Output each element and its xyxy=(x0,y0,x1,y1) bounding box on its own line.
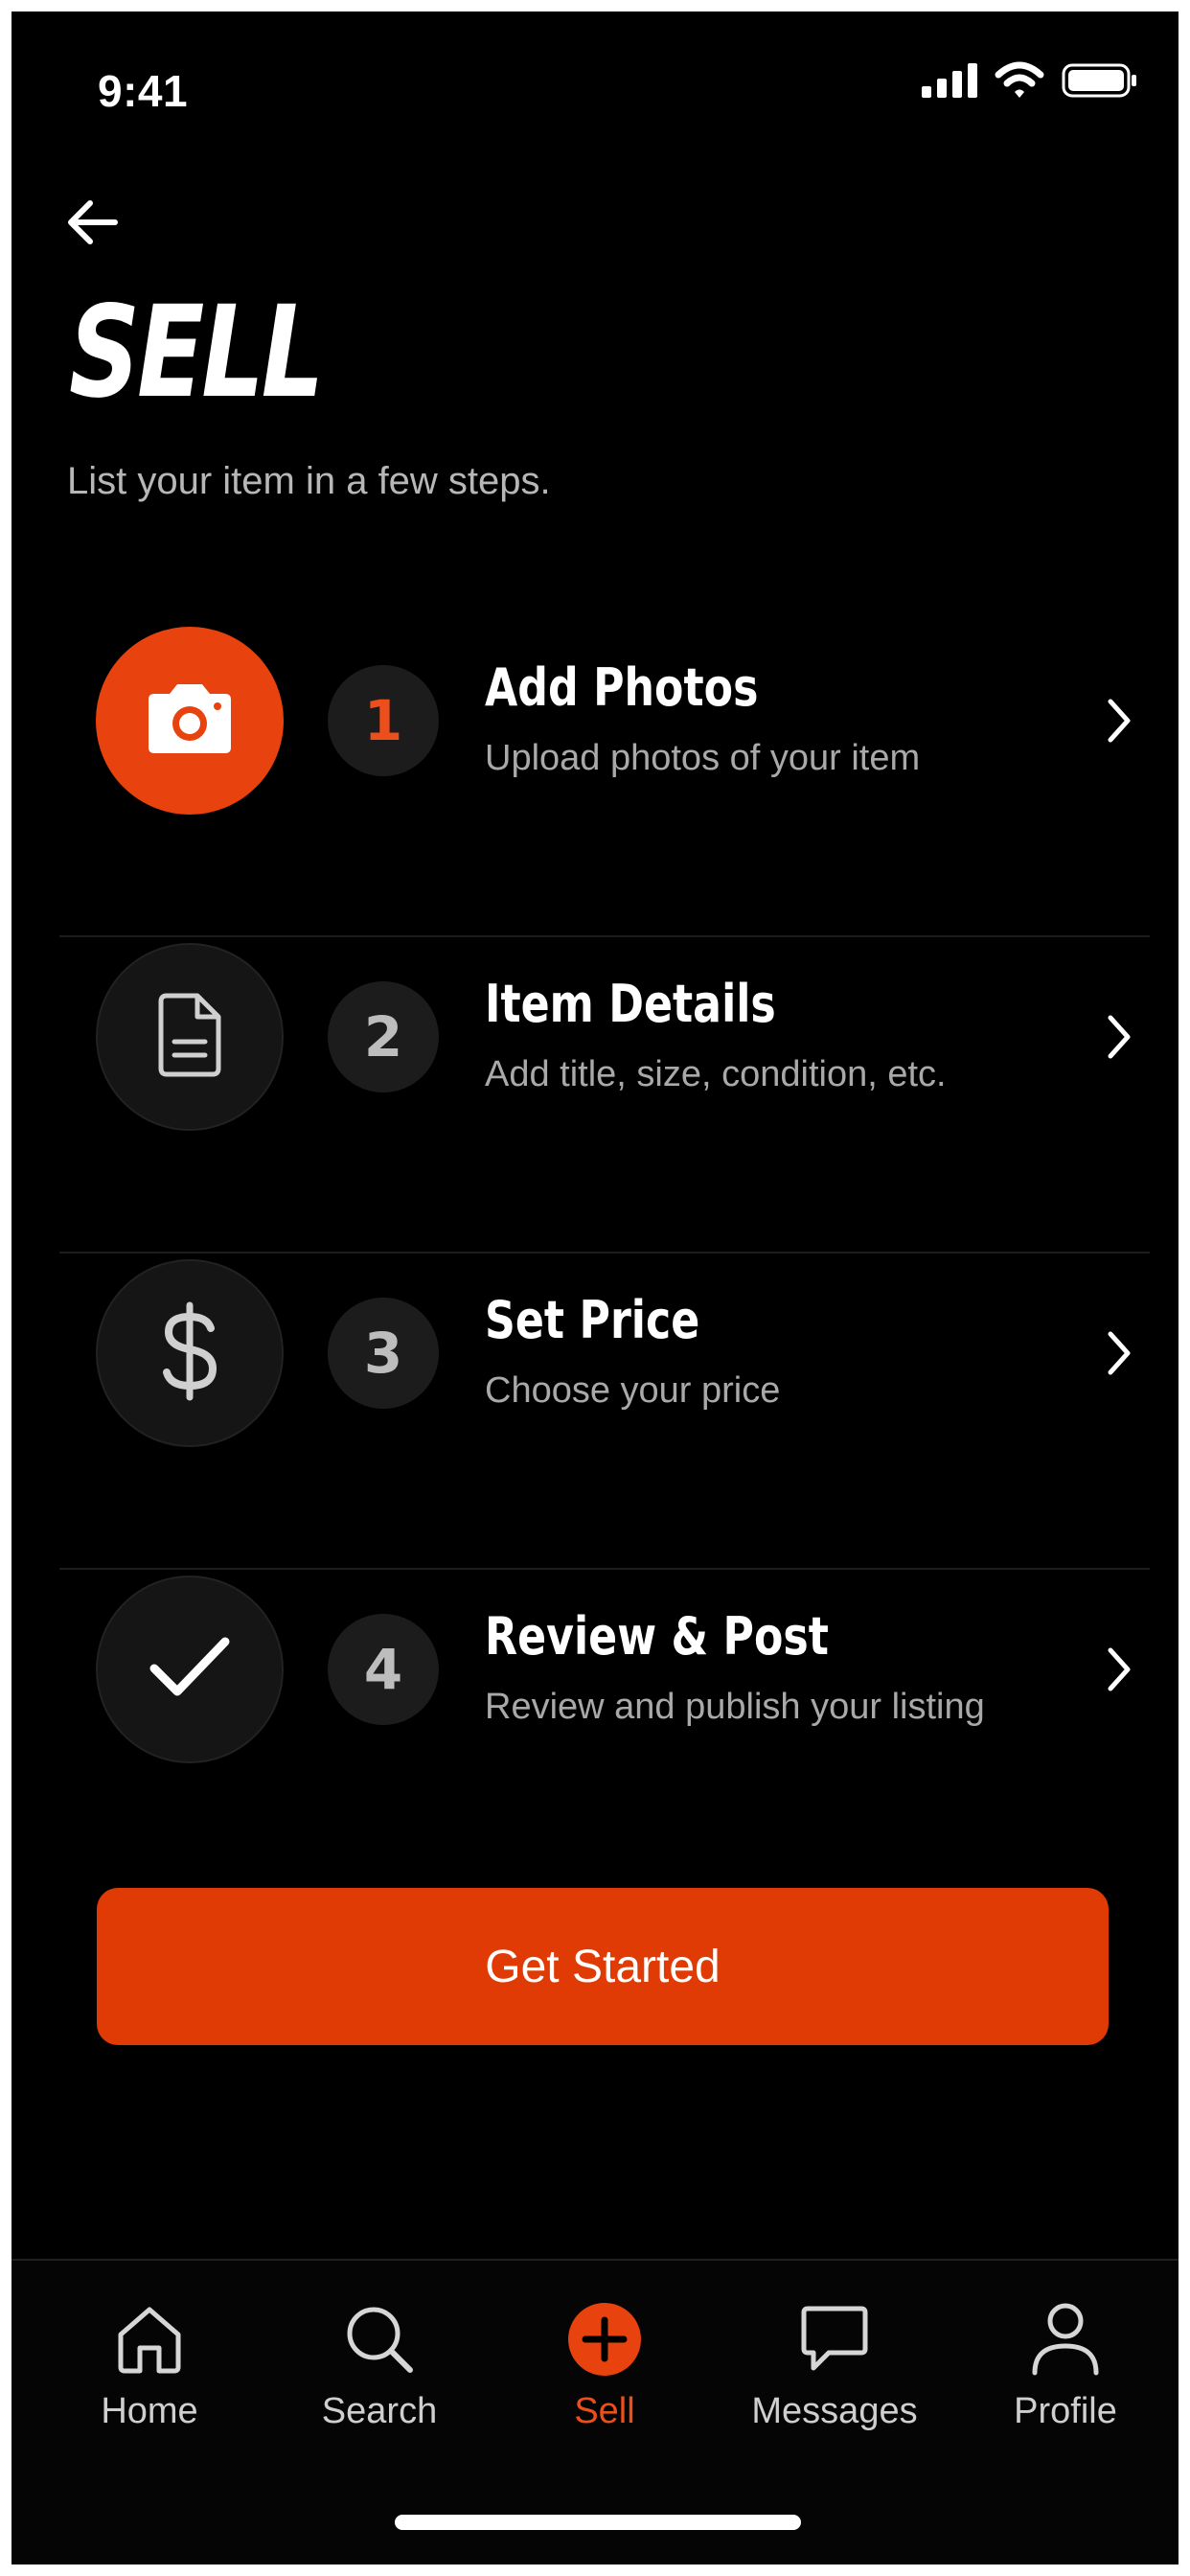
step-title: Review & Post xyxy=(485,1606,829,1667)
step-title: Set Price xyxy=(485,1290,700,1350)
person-icon xyxy=(1025,2299,1106,2380)
tab-home[interactable]: Home xyxy=(44,2299,255,2452)
dollar-icon xyxy=(159,1301,220,1406)
chevron-right-icon xyxy=(1088,1006,1150,1068)
step-description: Upload photos of your item xyxy=(485,738,921,778)
home-indicator xyxy=(395,2515,801,2530)
step-number: 1 xyxy=(328,665,439,776)
tab-search[interactable]: Search xyxy=(274,2299,485,2452)
status-time: 9:41 xyxy=(98,66,189,116)
step-add-photos[interactable]: 1 Add Photos Upload photos of your item xyxy=(59,621,1150,937)
step-description: Review and publish your listing xyxy=(485,1687,985,1727)
arrow-left-icon xyxy=(65,199,119,250)
tab-label: Profile xyxy=(1014,2391,1117,2431)
tab-profile[interactable]: Profile xyxy=(960,2299,1171,2452)
chat-bubble-icon xyxy=(794,2299,875,2380)
chevron-right-icon xyxy=(1088,1322,1150,1384)
document-icon xyxy=(153,992,226,1083)
page-subtitle: List your item in a few steps. xyxy=(67,460,551,502)
page-title: SELL xyxy=(69,279,324,426)
step-description: Choose your price xyxy=(485,1370,781,1411)
tab-label: Messages xyxy=(751,2391,918,2431)
camera-icon xyxy=(141,680,239,762)
steps-list: 1 Add Photos Upload photos of your item … xyxy=(59,621,1150,1884)
checkmark-icon xyxy=(149,1636,231,1704)
tab-label: Home xyxy=(101,2391,198,2431)
step-title: Item Details xyxy=(485,974,776,1034)
step-icon-badge xyxy=(96,1576,284,1763)
wifi-icon xyxy=(995,61,1044,104)
step-title: Add Photos xyxy=(485,657,759,718)
battery-icon xyxy=(1062,62,1138,104)
step-icon-badge xyxy=(96,943,284,1131)
home-icon xyxy=(109,2299,190,2380)
chevron-right-icon xyxy=(1088,1639,1150,1700)
get-started-button[interactable]: Get Started xyxy=(97,1888,1109,2045)
step-description: Add title, size, condition, etc. xyxy=(485,1054,947,1094)
step-icon-badge xyxy=(96,1259,284,1447)
tab-sell[interactable]: Sell xyxy=(499,2299,710,2452)
search-icon xyxy=(339,2299,420,2380)
step-set-price[interactable]: 3 Set Price Choose your price xyxy=(59,1254,1150,1570)
tab-label: Search xyxy=(321,2391,438,2431)
plus-circle-icon xyxy=(564,2299,645,2380)
tab-label: Sell xyxy=(574,2391,635,2431)
step-number: 2 xyxy=(328,981,439,1092)
back-button[interactable] xyxy=(57,190,126,259)
step-number: 4 xyxy=(328,1614,439,1725)
status-icons xyxy=(922,61,1138,104)
chevron-right-icon xyxy=(1088,690,1150,751)
step-review-post[interactable]: 4 Review & Post Review and publish your … xyxy=(59,1570,1150,1884)
step-number: 3 xyxy=(328,1298,439,1409)
sell-screen: 9:41 SELL List your item in a few steps.… xyxy=(11,12,1179,2564)
step-icon-badge xyxy=(96,627,284,815)
signal-icon xyxy=(922,63,977,103)
step-item-details[interactable]: 2 Item Details Add title, size, conditio… xyxy=(59,937,1150,1254)
tab-messages[interactable]: Messages xyxy=(729,2299,940,2452)
